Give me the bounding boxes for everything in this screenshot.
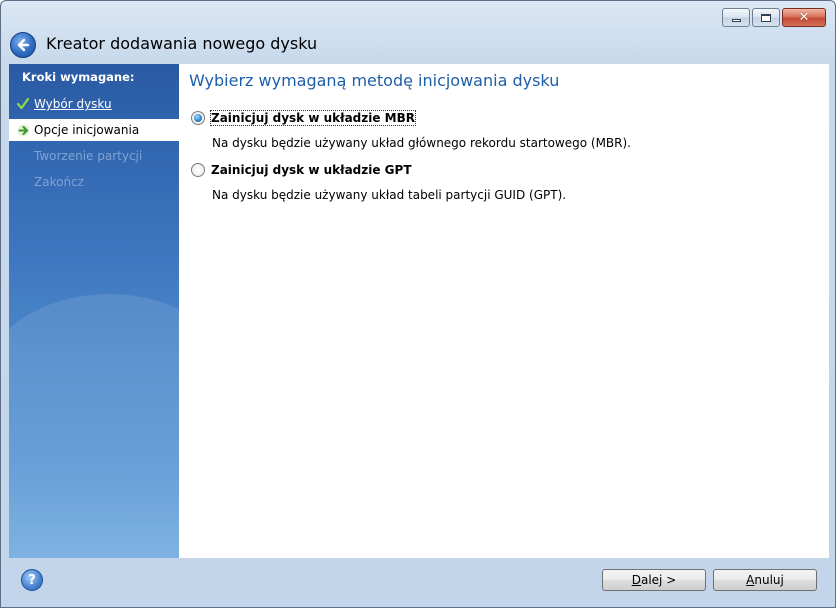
help-icon: ? bbox=[28, 572, 36, 588]
caption-buttons: ✕ bbox=[722, 8, 826, 27]
option-gpt-label[interactable]: Zainicjuj dysk w układzie GPT bbox=[211, 163, 412, 177]
window-title: Kreator dodawania nowego dysku bbox=[46, 34, 318, 53]
minimize-icon bbox=[731, 19, 741, 22]
option-gpt-description: Na dysku będzie używany układ tabeli par… bbox=[212, 188, 567, 202]
step-zakoncz: Zakończ bbox=[9, 171, 179, 193]
radio-gpt[interactable] bbox=[191, 163, 205, 177]
radio-mbr[interactable] bbox=[191, 111, 205, 125]
back-button[interactable] bbox=[10, 32, 36, 58]
sidebar-decoration bbox=[9, 294, 179, 558]
option-mbr-label[interactable]: Zainicjuj dysk w układzie MBR bbox=[209, 110, 417, 126]
step-label: Zakończ bbox=[34, 175, 84, 189]
sidebar: Kroki wymagane: Wybór dysku Opcje inicjo… bbox=[9, 64, 179, 558]
step-label: Wybór dysku bbox=[34, 97, 112, 111]
help-button[interactable]: ? bbox=[21, 569, 43, 591]
step-label: Tworzenie partycji bbox=[34, 149, 143, 163]
minimize-button[interactable] bbox=[722, 8, 750, 27]
close-button[interactable]: ✕ bbox=[782, 8, 826, 27]
option-mbr-description: Na dysku będzie używany układ głównego r… bbox=[212, 136, 631, 150]
step-opcje-inicjowania: Opcje inicjowania bbox=[9, 119, 179, 141]
maximize-button[interactable] bbox=[752, 8, 780, 27]
content-heading: Wybierz wymaganą metodę inicjowania dysk… bbox=[189, 71, 560, 90]
sidebar-heading: Kroki wymagane: bbox=[22, 70, 135, 84]
arrow-right-icon bbox=[16, 123, 30, 137]
next-button[interactable]: Dalej > bbox=[602, 569, 706, 591]
step-tworzenie-partycji: Tworzenie partycji bbox=[9, 145, 179, 167]
step-label: Opcje inicjowania bbox=[34, 123, 140, 137]
wizard-window: ✕ Kreator dodawania nowego dysku Kroki w… bbox=[0, 0, 836, 608]
cancel-button[interactable]: Anuluj bbox=[713, 569, 817, 591]
option-gpt[interactable]: Zainicjuj dysk w układzie GPT bbox=[191, 163, 412, 177]
option-mbr[interactable]: Zainicjuj dysk w układzie MBR bbox=[191, 110, 417, 126]
checkmark-icon bbox=[16, 97, 30, 111]
close-icon: ✕ bbox=[798, 10, 810, 25]
step-wybor-dysku[interactable]: Wybór dysku bbox=[9, 93, 179, 115]
content-panel: Wybierz wymaganą metodę inicjowania dysk… bbox=[179, 64, 829, 558]
maximize-icon bbox=[761, 13, 771, 22]
back-arrow-icon bbox=[17, 38, 30, 52]
